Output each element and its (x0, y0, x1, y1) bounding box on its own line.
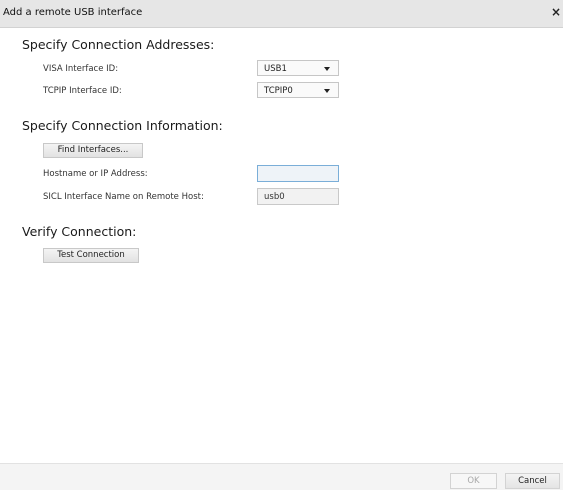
addresses-heading: Specify Connection Addresses: (22, 37, 215, 52)
visa-interface-select[interactable]: USB1 (257, 60, 339, 76)
hostname-input[interactable] (257, 165, 339, 182)
tcpip-interface-value: TCPIP0 (264, 86, 293, 96)
visa-interface-value: USB1 (264, 64, 287, 74)
sicl-name-field[interactable]: usb0 (257, 188, 339, 205)
tcpip-interface-select[interactable]: TCPIP0 (257, 82, 339, 98)
close-icon[interactable]: × (550, 5, 562, 19)
visa-interface-label: VISA Interface ID: (43, 64, 119, 74)
dialog-titlebar: Add a remote USB interface × (0, 0, 563, 28)
tcpip-interface-label: TCPIP Interface ID: (43, 86, 122, 96)
cancel-button[interactable]: Cancel (505, 473, 560, 489)
chevron-down-icon (324, 67, 330, 71)
dialog-footer: OK Cancel (0, 463, 563, 490)
ok-button[interactable]: OK (450, 473, 497, 489)
info-heading: Specify Connection Information: (22, 118, 223, 133)
test-connection-button[interactable]: Test Connection (43, 248, 139, 263)
verify-heading: Verify Connection: (22, 224, 137, 239)
sicl-name-value: usb0 (264, 192, 285, 202)
hostname-label: Hostname or IP Address: (43, 169, 148, 179)
dialog-title: Add a remote USB interface (3, 7, 143, 18)
find-interfaces-button[interactable]: Find Interfaces... (43, 143, 143, 158)
chevron-down-icon (324, 89, 330, 93)
sicl-name-label: SICL Interface Name on Remote Host: (43, 192, 204, 202)
